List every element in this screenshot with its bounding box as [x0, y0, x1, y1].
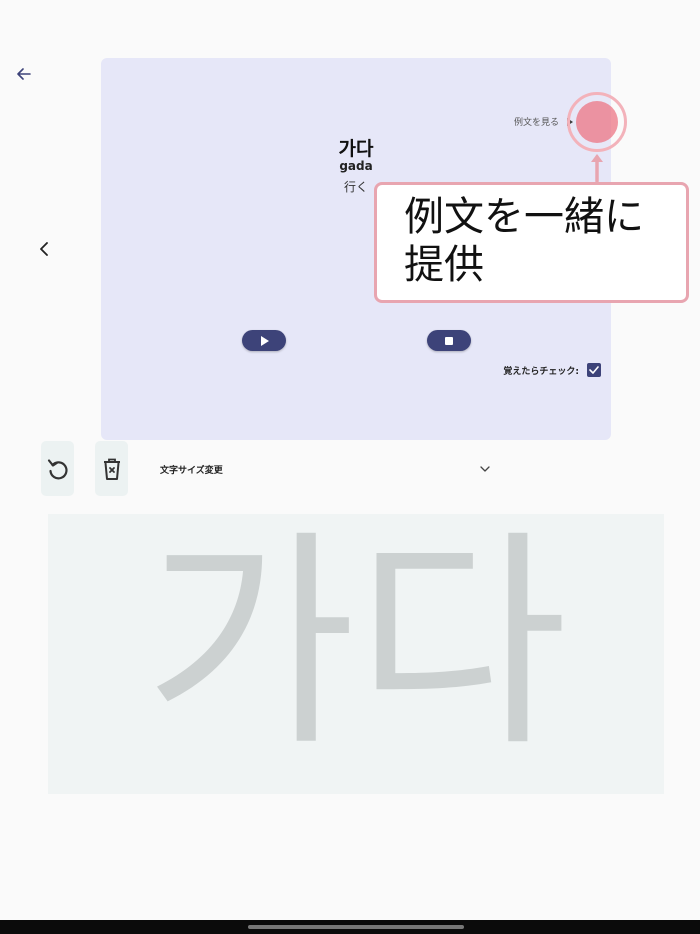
back-arrow-icon	[17, 68, 31, 80]
show-example-label: 例文を見る	[513, 118, 559, 128]
trash-icon	[103, 458, 120, 480]
callout-arrow-icon	[591, 154, 603, 182]
reset-button[interactable]	[41, 441, 74, 496]
callout-line-1: 例文を一緒に	[404, 194, 644, 240]
check-icon	[589, 366, 599, 374]
show-example-button[interactable]: 例文を見る	[514, 115, 573, 128]
font-size-label: 文字サイズ変更	[160, 465, 223, 476]
reset-icon	[47, 458, 68, 479]
play-icon	[261, 335, 269, 346]
memorized-check-row: 覚えたらチェック:	[503, 363, 601, 377]
callout-line-2: 提供	[404, 242, 484, 288]
word-korean: 가다	[338, 138, 374, 160]
writing-practice-canvas[interactable]: 가다	[48, 514, 664, 794]
tutorial-callout: 例文を一緒に 提供	[374, 182, 689, 303]
memorized-label: 覚えたらチェック:	[503, 366, 579, 377]
chevron-down-icon	[480, 466, 490, 472]
previous-card-button[interactable]	[32, 236, 56, 262]
trace-guide-text: 가다	[144, 514, 568, 778]
stop-audio-button[interactable]	[427, 330, 471, 351]
clear-drawing-button[interactable]	[95, 441, 128, 496]
font-size-dropdown[interactable]: 文字サイズ変更	[160, 458, 490, 480]
play-audio-button[interactable]	[242, 330, 286, 351]
highlight-spot	[576, 101, 618, 143]
back-button[interactable]	[14, 64, 34, 84]
memorized-checkbox[interactable]	[587, 363, 601, 377]
app-screen: 가다 gada 行く 例文を見る 覚えたらチェック: 例文を一緒に 提供 文字サ…	[0, 0, 700, 934]
word-romanization: gada	[339, 159, 373, 173]
stop-icon	[445, 336, 453, 345]
home-indicator[interactable]	[248, 925, 464, 929]
chevron-left-icon	[40, 242, 48, 256]
system-bottom-bar	[0, 920, 700, 934]
